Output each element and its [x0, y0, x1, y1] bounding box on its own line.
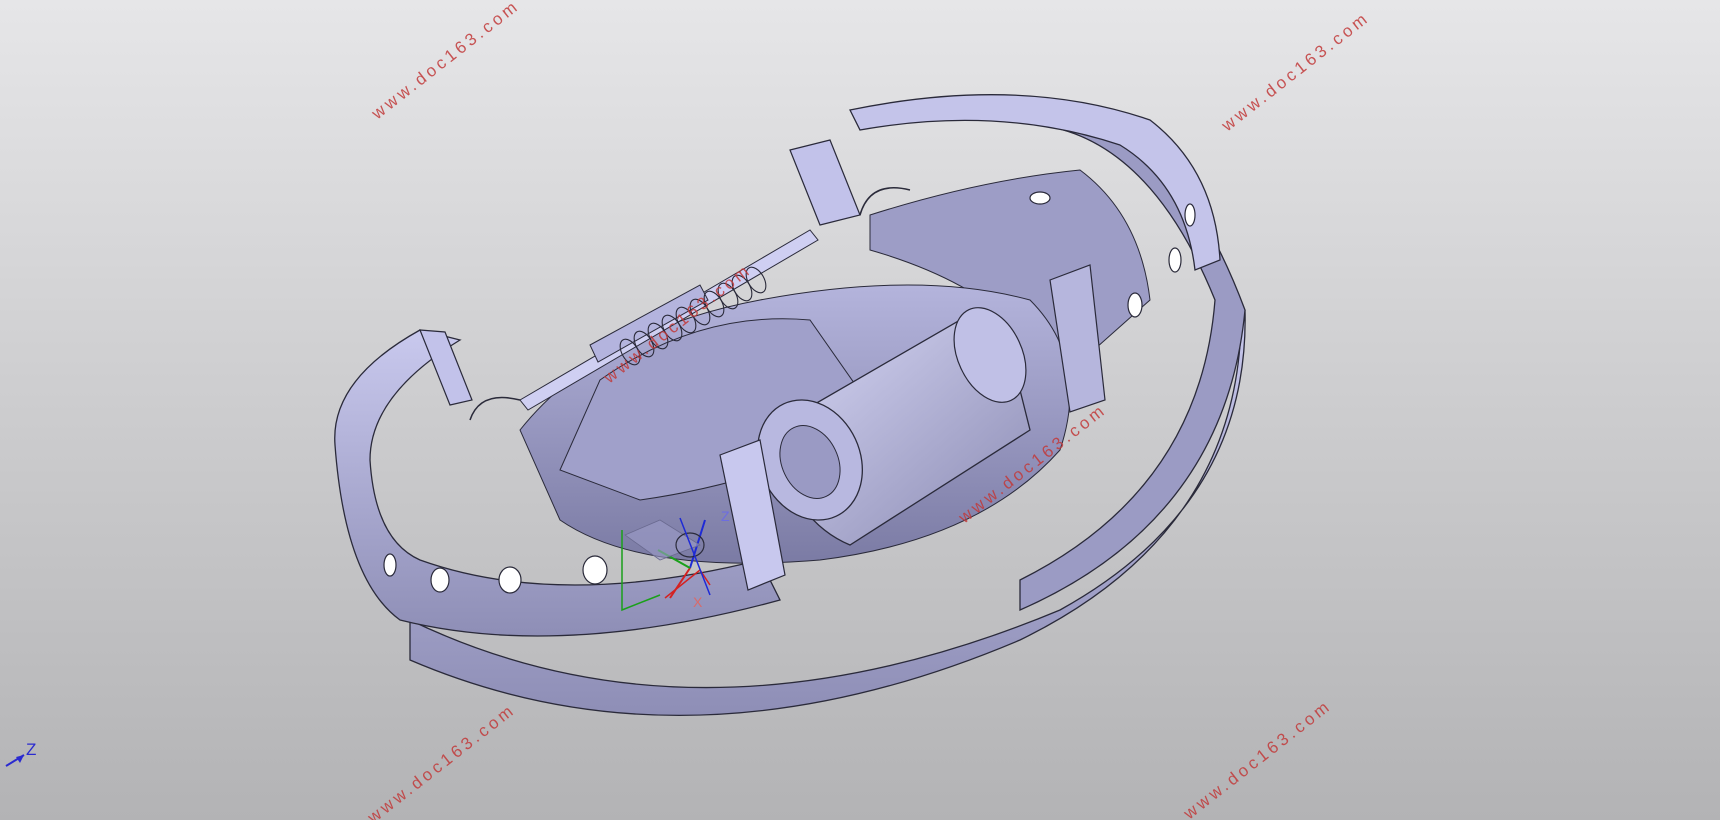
axis-indicator [5, 754, 25, 767]
compass-z-label: Z [721, 508, 730, 524]
brake-assembly-model[interactable] [0, 0, 1720, 820]
compass-x-label: X [693, 594, 703, 610]
axis-z-label: Z [26, 740, 37, 759]
shoe-end-tab-top [789, 139, 861, 226]
hold-down-clip-left [469, 396, 521, 421]
3d-viewport[interactable]: Z X Z www.doc163.com www.doc163.com www.… [0, 0, 1720, 820]
shoe-end-tab-left [419, 329, 473, 406]
